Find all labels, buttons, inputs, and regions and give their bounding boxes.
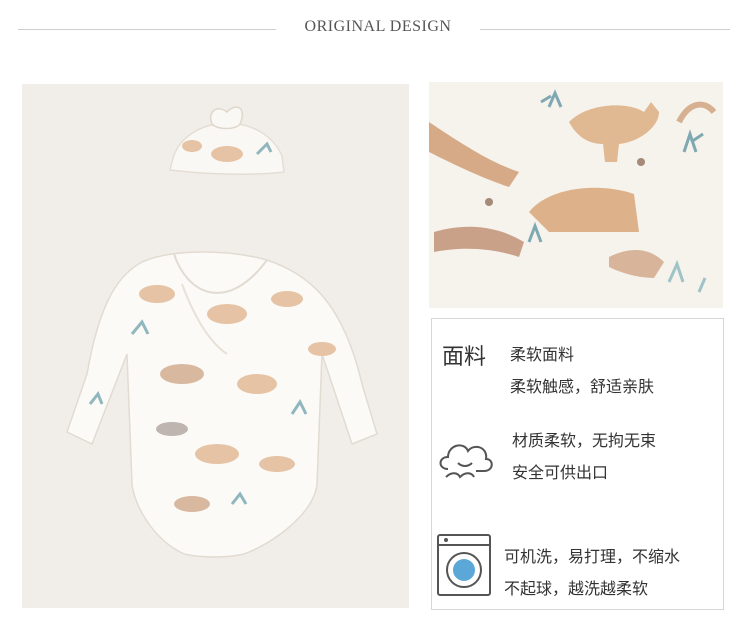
washing-machine-icon [437, 534, 491, 596]
feature-fabric-line1: 柔软面料 [510, 345, 575, 364]
fabric-closeup-photo [429, 82, 723, 308]
feature-washable-line1: 可机洗，易打理，不缩水 [504, 547, 681, 566]
divider-right [480, 29, 730, 30]
header: ORIGINAL DESIGN [0, 0, 750, 60]
feature-washable-line2: 不起球，越洗越柔软 [504, 579, 649, 598]
product-photo [22, 84, 409, 608]
feature-fabric-line2: 柔软触感，舒适亲肤 [510, 377, 655, 396]
divider-left [18, 29, 276, 30]
feature-soft-line2: 安全可供出口 [512, 463, 609, 482]
cloud-icon [439, 444, 493, 479]
feature-soft-line1: 材质柔软，无拘无束 [512, 431, 657, 450]
fabric-text-icon: 面料 [442, 345, 487, 370]
section-title: ORIGINAL DESIGN [304, 18, 452, 35]
feature-box: 面料 柔软面料 柔软触感，舒适亲肤 材质柔软，无拘无束 安全可供出口 可机洗，易… [431, 318, 724, 610]
